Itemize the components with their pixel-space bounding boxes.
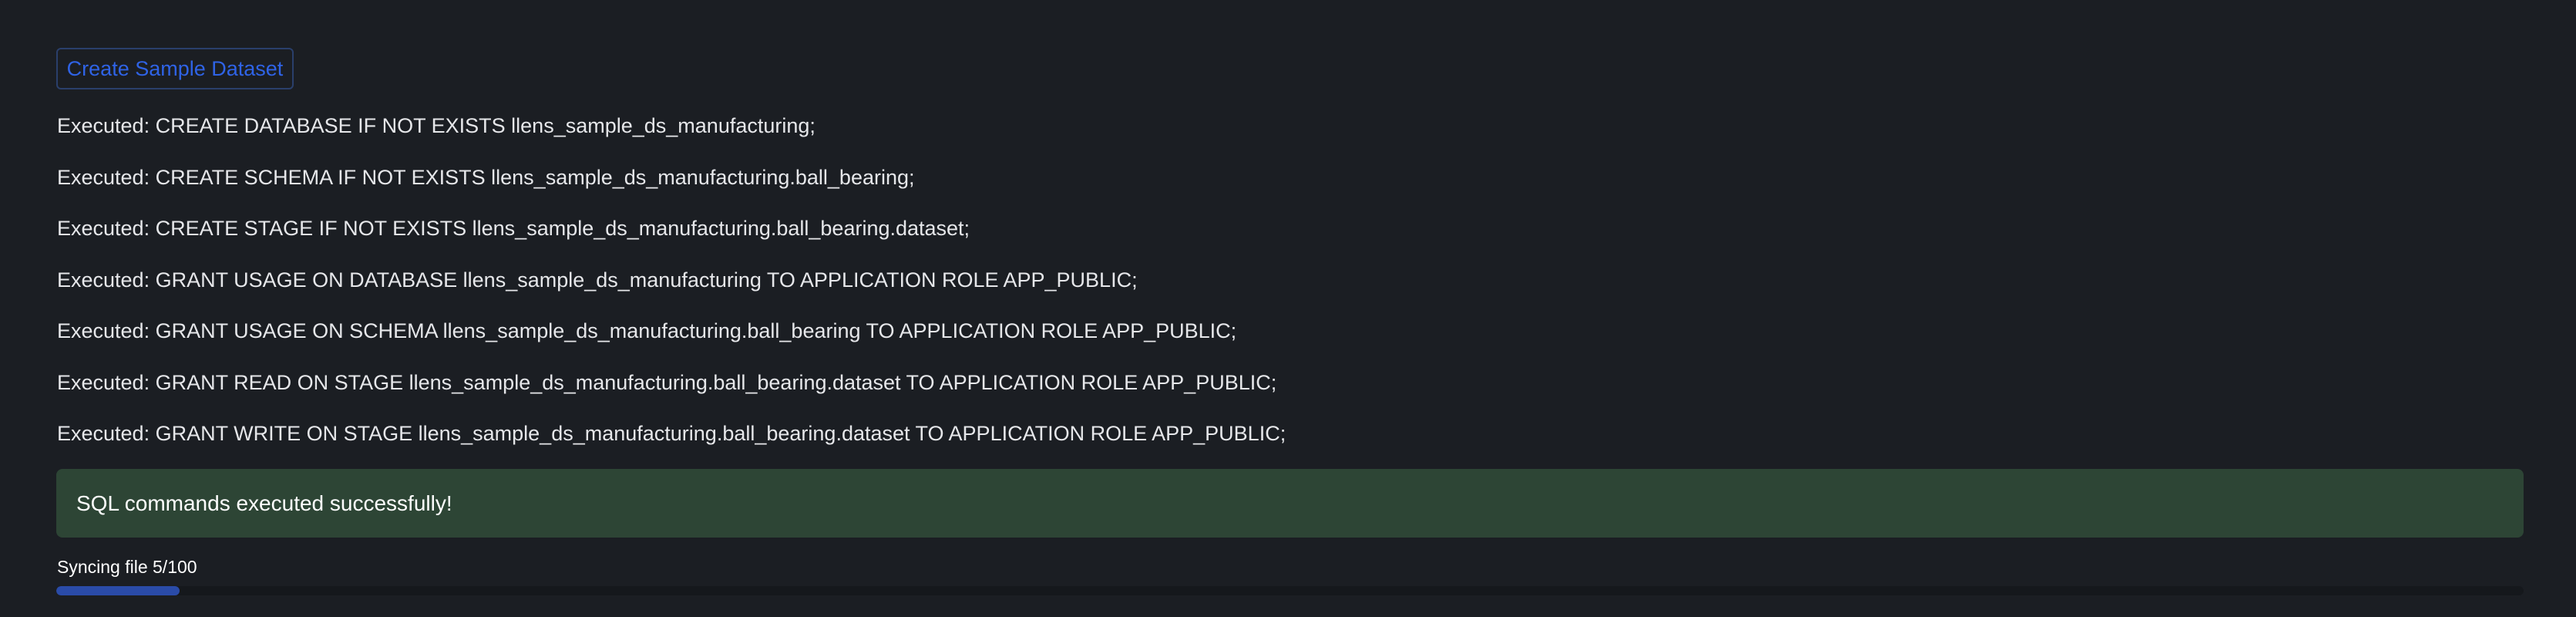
progress-bar-fill bbox=[56, 586, 180, 595]
log-line: Executed: GRANT USAGE ON SCHEMA llens_sa… bbox=[57, 319, 1237, 342]
log-line: Executed: GRANT WRITE ON STAGE llens_sam… bbox=[57, 422, 1286, 445]
log-line: Executed: CREATE DATABASE IF NOT EXISTS … bbox=[57, 114, 816, 137]
progress-label: Syncing file 5/100 bbox=[57, 557, 197, 577]
log-line: Executed: CREATE SCHEMA IF NOT EXISTS ll… bbox=[57, 165, 915, 189]
progress-bar bbox=[56, 586, 2524, 595]
app-page: Create Sample Dataset Executed: CREATE D… bbox=[0, 0, 2576, 617]
log-line: Executed: GRANT READ ON STAGE llens_samp… bbox=[57, 370, 1277, 394]
execution-log: Executed: CREATE DATABASE IF NOT EXISTS … bbox=[57, 108, 1286, 467]
create-sample-dataset-button[interactable]: Create Sample Dataset bbox=[56, 48, 294, 89]
log-line: Executed: GRANT USAGE ON DATABASE llens_… bbox=[57, 268, 1138, 292]
success-alert: SQL commands executed successfully! bbox=[56, 469, 2524, 538]
log-line: Executed: CREATE STAGE IF NOT EXISTS lle… bbox=[57, 217, 970, 240]
